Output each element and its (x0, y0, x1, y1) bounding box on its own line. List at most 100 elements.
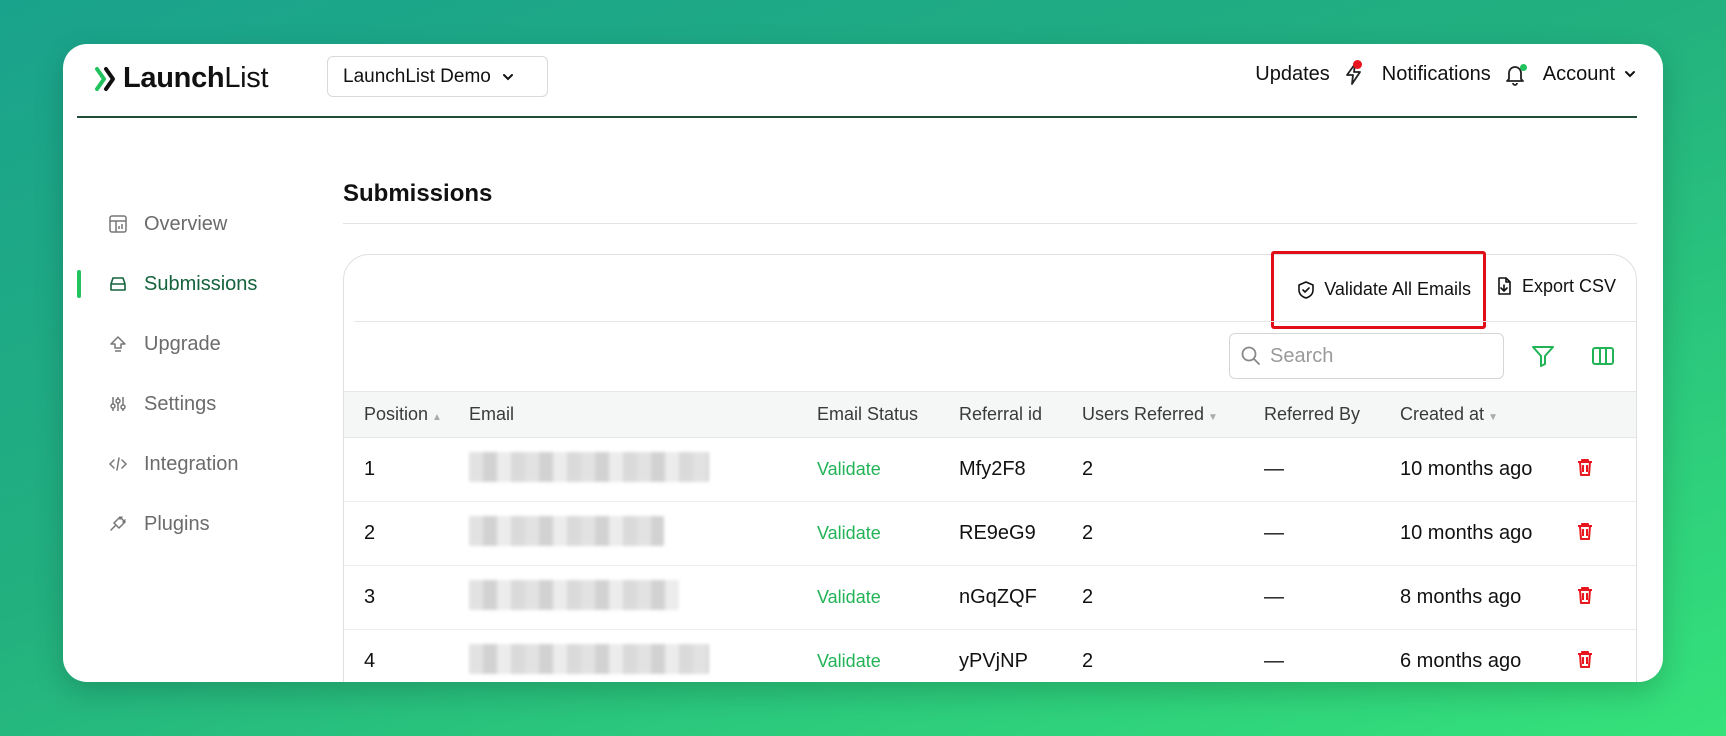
validate-highlight-box: Validate All Emails (1271, 250, 1486, 329)
cell-actions (1576, 438, 1636, 502)
cell-created-at: 8 months ago (1400, 586, 1522, 608)
redacted-email (469, 451, 709, 482)
sort-asc-icon: ▲ (432, 412, 442, 423)
cell-email (469, 502, 817, 566)
redacted-email (469, 643, 709, 674)
sidebar-item-label: Plugins (144, 512, 210, 535)
account-label: Account (1542, 62, 1615, 85)
top-navbar: LaunchList LaunchList Demo Updates Notif… (77, 44, 1637, 118)
chevrons-logo-icon (95, 66, 115, 91)
validate-all-label: Validate All Emails (1324, 279, 1471, 299)
sidebar: Overview Submissions Upgrade Settings In… (77, 194, 317, 554)
validate-link[interactable]: Validate (817, 566, 959, 630)
cell-users-referred: 2 (1082, 586, 1094, 608)
cell-actions (1576, 566, 1636, 630)
sidebar-item-label: Integration (144, 452, 239, 475)
upgrade-arrow-icon (110, 336, 126, 352)
cell-actions (1576, 502, 1636, 566)
column-header-users-referred[interactable]: Users Referred ▼ (1082, 392, 1264, 438)
trash-icon[interactable] (1576, 585, 1594, 605)
columns-icon[interactable] (1590, 343, 1616, 369)
cell-referred-by: — (1264, 522, 1284, 544)
plug-icon (110, 515, 127, 531)
shield-check-icon (1298, 280, 1315, 299)
cell-email (469, 630, 817, 683)
table-row[interactable]: 2 Validate RE9eG9 2 — 10 months ago (344, 502, 1636, 566)
page-title: Submissions (343, 180, 493, 207)
cell-referral-id: Mfy2F8 (959, 458, 1026, 480)
cell-referred-by: — (1264, 458, 1284, 480)
lightning-icon (1336, 60, 1362, 86)
updates-link[interactable]: Updates (1255, 60, 1362, 86)
column-header-position[interactable]: Position ▲ (344, 392, 469, 438)
cell-position: 4 (364, 650, 376, 672)
sidebar-item-label: Settings (144, 392, 217, 415)
notifications-link[interactable]: Notifications (1382, 62, 1527, 86)
cell-actions (1576, 630, 1636, 683)
sidebar-item-integration[interactable]: Integration (77, 434, 317, 494)
chevron-down-icon (502, 73, 513, 80)
export-csv-label: Export CSV (1521, 275, 1616, 296)
cell-created-at: 10 months ago (1400, 458, 1533, 480)
cell-position: 3 (364, 586, 376, 608)
sidebar-item-settings[interactable]: Settings (77, 374, 317, 434)
workspace-name: LaunchList Demo (343, 65, 491, 87)
app-window: LaunchList LaunchList Demo Updates Notif… (63, 44, 1663, 682)
cell-created-at: 6 months ago (1400, 650, 1522, 672)
cell-position: 1 (364, 458, 376, 480)
validate-link[interactable]: Validate (817, 502, 959, 566)
column-header-referral-id[interactable]: Referral id (959, 392, 1082, 438)
workspace-selector[interactable]: LaunchList Demo (327, 56, 548, 97)
filter-icon[interactable] (1530, 343, 1556, 369)
sidebar-item-label: Overview (144, 212, 228, 235)
sort-icon: ▼ (1488, 412, 1498, 423)
table-row[interactable]: 1 Validate Mfy2F8 2 — 10 months ago (344, 438, 1636, 502)
header-nav: Updates Notifications Account (1255, 60, 1637, 86)
redacted-email (469, 579, 679, 610)
sidebar-item-label: Upgrade (144, 332, 221, 355)
column-header-created-at[interactable]: Created at ▼ (1400, 392, 1576, 438)
search-input[interactable] (1270, 344, 1470, 368)
validate-link[interactable]: Validate (817, 630, 959, 683)
code-icon (108, 457, 128, 471)
submissions-table: Position ▲ Email Email Status Referral id… (344, 391, 1636, 682)
updates-label: Updates (1255, 62, 1330, 85)
cell-email (469, 566, 817, 630)
updates-badge-dot (1352, 60, 1362, 69)
logo[interactable]: LaunchList (95, 62, 269, 95)
redacted-email (469, 515, 664, 546)
account-menu[interactable]: Account (1543, 63, 1637, 86)
sidebar-item-upgrade[interactable]: Upgrade (77, 314, 317, 374)
chevron-down-icon (1625, 71, 1635, 78)
trash-icon[interactable] (1576, 521, 1594, 541)
column-header-email[interactable]: Email (469, 392, 817, 438)
notifications-badge-dot (1519, 64, 1527, 71)
divider (343, 223, 1637, 224)
search-icon (1241, 346, 1260, 365)
trash-icon[interactable] (1576, 649, 1594, 669)
submissions-panel: Validate All Emails Export CSV Position▲… (343, 250, 1637, 682)
sidebar-item-plugins[interactable]: Plugins (77, 494, 317, 554)
export-csv-button[interactable]: Export CSV (1494, 276, 1616, 297)
table-row[interactable]: 3 Validate nGqZQF 2 — 8 months ago (344, 566, 1636, 630)
sidebar-item-overview[interactable]: Overview (77, 194, 317, 254)
validate-link[interactable]: Validate (817, 438, 959, 502)
sort-icon: ▼ (1208, 412, 1218, 423)
cell-referred-by: — (1264, 586, 1284, 608)
table-header-row: Position ▲ Email Email Status Referral id… (344, 391, 1636, 438)
validate-all-emails-button[interactable]: Validate All Emails (1296, 279, 1471, 300)
trash-icon[interactable] (1576, 457, 1594, 477)
cell-referral-id: nGqZQF (959, 586, 1037, 608)
file-download-icon (1498, 277, 1511, 295)
sidebar-item-submissions[interactable]: Submissions (77, 254, 317, 314)
cell-users-referred: 2 (1082, 650, 1094, 672)
divider (354, 321, 1636, 322)
table-row[interactable]: 4 Validate yPVjNP 2 — 6 months ago (344, 630, 1636, 683)
cell-users-referred: 2 (1082, 522, 1094, 544)
cell-created-at: 10 months ago (1400, 522, 1533, 544)
sidebar-item-label: Submissions (144, 272, 258, 295)
column-header-actions (1576, 392, 1636, 438)
cell-referral-id: RE9eG9 (959, 522, 1036, 544)
column-header-email-status[interactable]: Email Status (817, 392, 959, 438)
column-header-referred-by[interactable]: Referred By (1264, 392, 1400, 438)
